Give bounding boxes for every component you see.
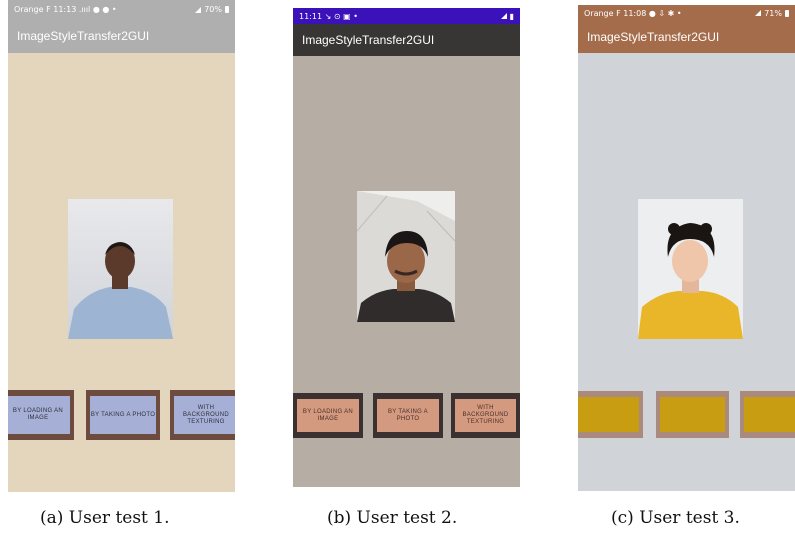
app-title: ImageStyleTransfer2GUI — [17, 29, 150, 43]
status-left: Orange F 11:13 .ıııl ● ● • — [14, 5, 117, 14]
load-image-button-label: BY LOADING AN IMAGE — [302, 408, 354, 422]
background-texturing-button-frame — [740, 391, 795, 438]
load-image-button-frame — [578, 391, 643, 438]
portrait-image — [68, 199, 173, 339]
status-bar: Orange F 11:13 .ıııl ● ● • 70% — [8, 0, 235, 19]
content-area — [578, 53, 795, 491]
portrait-photo — [638, 199, 743, 339]
load-image-button[interactable] — [578, 397, 639, 432]
take-photo-button-label: BY TAKING A PHOTO — [388, 408, 428, 422]
take-photo-button-frame — [656, 391, 729, 438]
take-photo-button[interactable]: BY TAKING A PHOTO — [377, 399, 439, 432]
status-bar: 11:11 ↘ ⊙ ▣ • ▮ — [293, 8, 520, 24]
status-right: 70% — [195, 5, 229, 14]
take-photo-button-frame: BY TAKING A PHOTO — [86, 390, 160, 440]
screen-user-test-2: 11:11 ↘ ⊙ ▣ • ▮ ImageStyleTransfer2GUI B… — [293, 8, 520, 487]
caption-b: (b) User test 2. — [327, 508, 458, 528]
background-texturing-button[interactable] — [744, 397, 795, 432]
app-bar: ImageStyleTransfer2GUI — [8, 19, 235, 53]
background-texturing-button[interactable]: WITH BACKGROUND TEXTURING — [455, 399, 516, 432]
background-texturing-button[interactable]: WITH BACKGROUND TEXTURING — [174, 396, 235, 434]
status-left: Orange F 11:08 ● ⇩ ✱ • — [584, 8, 682, 18]
load-image-button-label: BY LOADING AN IMAGE — [12, 408, 64, 421]
caption-a: (a) User test 1. — [40, 508, 170, 528]
battery-level: 70% — [204, 5, 222, 14]
content-area: BY LOADING AN IMAGE BY TAKING A PHOTO WI… — [8, 53, 235, 492]
load-image-button-frame: BY LOADING AN IMAGE — [293, 393, 363, 438]
screen-user-test-1: Orange F 11:13 .ıııl ● ● • 70% ImageStyl… — [8, 0, 235, 492]
caption-c: (c) User test 3. — [611, 508, 740, 528]
take-photo-button-label: BY TAKING A PHOTO — [90, 411, 156, 418]
content-area: BY LOADING AN IMAGE BY TAKING A PHOTO WI… — [293, 56, 520, 487]
status-right: 71% — [755, 9, 789, 18]
signal-icon — [500, 13, 507, 19]
battery-level: 71% — [764, 8, 782, 18]
portrait-image — [357, 191, 455, 322]
app-title: ImageStyleTransfer2GUI — [587, 30, 720, 44]
screen-user-test-3: Orange F 11:08 ● ⇩ ✱ • 71% ImageStyleTra… — [578, 5, 795, 491]
portrait-image — [638, 199, 743, 339]
battery-indicator: ▮ — [509, 11, 514, 21]
signal-icon — [755, 10, 762, 16]
app-title: ImageStyleTransfer2GUI — [302, 33, 435, 47]
take-photo-button-frame: BY TAKING A PHOTO — [373, 393, 443, 438]
status-bar: Orange F 11:08 ● ⇩ ✱ • 71% — [578, 5, 795, 21]
app-bar: ImageStyleTransfer2GUI — [293, 24, 520, 56]
battery-icon — [785, 9, 789, 17]
background-texturing-button-label: WITH BACKGROUND TEXTURING — [182, 404, 229, 425]
status-right: ▮ — [500, 11, 514, 21]
background-texturing-button-label: WITH BACKGROUND TEXTURING — [462, 405, 509, 425]
battery-icon — [225, 6, 229, 13]
signal-icon — [195, 6, 202, 13]
background-texturing-button-frame: WITH BACKGROUND TEXTURING — [170, 390, 235, 440]
load-image-button[interactable]: BY LOADING AN IMAGE — [297, 399, 359, 432]
portrait-photo — [68, 199, 173, 339]
background-texturing-button-frame: WITH BACKGROUND TEXTURING — [451, 393, 520, 438]
status-left: 11:11 ↘ ⊙ ▣ • — [299, 11, 358, 21]
app-bar: ImageStyleTransfer2GUI — [578, 21, 795, 53]
take-photo-button[interactable] — [660, 397, 725, 432]
load-image-button-frame: BY LOADING AN IMAGE — [8, 390, 74, 440]
take-photo-button[interactable]: BY TAKING A PHOTO — [90, 396, 156, 434]
portrait-photo — [357, 191, 455, 322]
load-image-button[interactable]: BY LOADING AN IMAGE — [8, 396, 70, 434]
